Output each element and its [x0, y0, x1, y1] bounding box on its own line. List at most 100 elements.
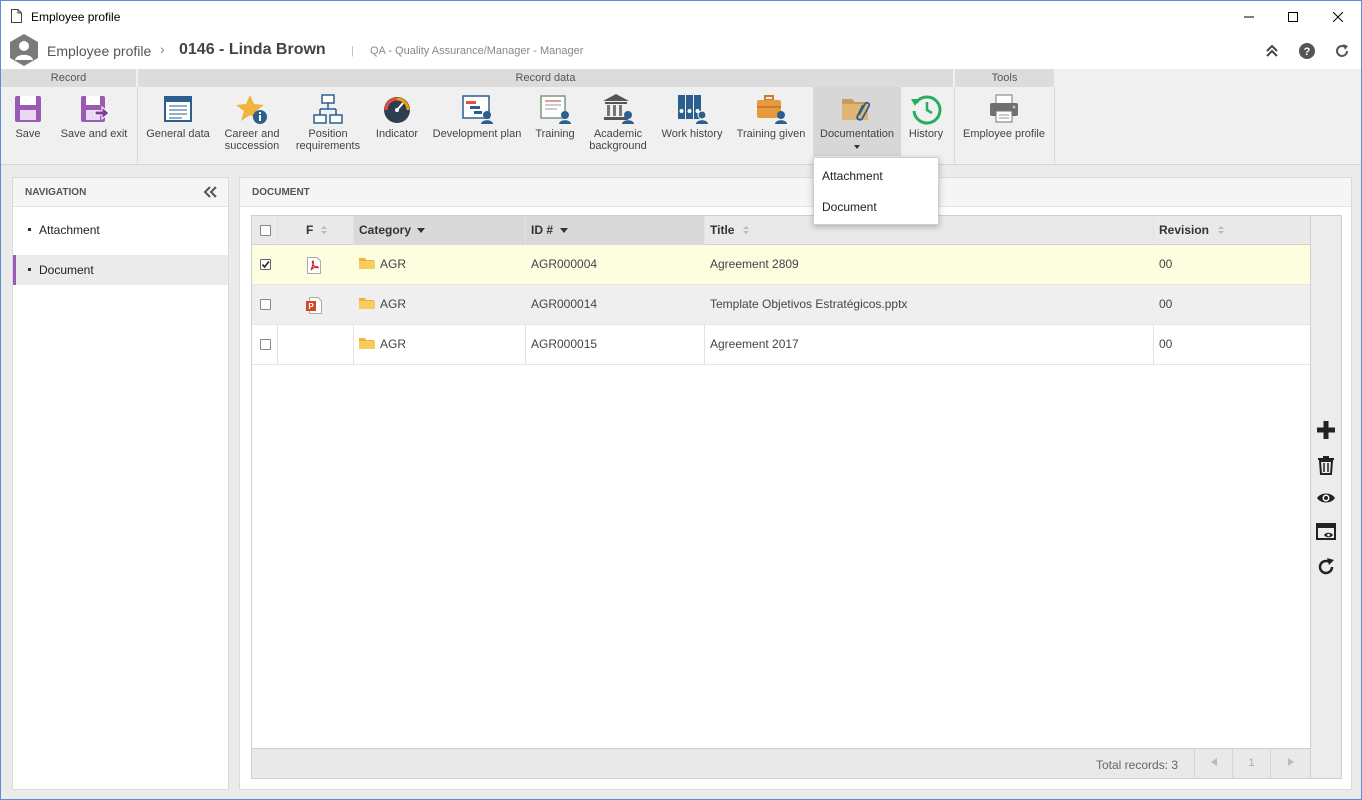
navigation-header: NAVIGATION [13, 178, 228, 207]
position-label: Position requirements [293, 128, 363, 152]
chevron-right-icon [1287, 758, 1294, 766]
training-given-button[interactable]: Training given [733, 87, 809, 163]
development-plan-button[interactable]: Development plan [429, 87, 525, 163]
id-cell: AGR000015 [531, 337, 598, 351]
help-icon[interactable]: ? [1298, 42, 1316, 60]
save-exit-icon [81, 96, 110, 122]
previous-page-button[interactable] [1194, 749, 1232, 778]
file-type-cell: P [306, 285, 326, 324]
revision-cell: 00 [1159, 337, 1173, 351]
career-succession-button[interactable]: Career and succession [218, 87, 286, 163]
certificate-icon [540, 95, 571, 124]
employee-profile-print-button[interactable]: Employee profile [959, 87, 1049, 163]
position-requirements-button[interactable]: Position requirements [293, 87, 363, 163]
refresh-icon[interactable] [1316, 557, 1336, 577]
column-header-revision[interactable]: Revision [1153, 216, 1310, 245]
history-label: History [908, 128, 944, 140]
revision-cell: 00 [1159, 297, 1173, 311]
general-data-button[interactable]: General data [143, 87, 213, 163]
record-header: Employee profile › 0146 - Linda Brown | … [1, 32, 1361, 69]
folder-icon [359, 298, 375, 309]
preview-window-icon[interactable] [1316, 522, 1336, 542]
folder-clip-icon [842, 99, 871, 121]
category-cell: AGR [359, 285, 519, 324]
navigation-title: NAVIGATION [25, 187, 87, 198]
save-exit-label: Save and exit [60, 128, 128, 140]
menu-item-document[interactable]: Document [822, 200, 877, 214]
column-category-label: Category [359, 223, 412, 237]
group-divider [137, 87, 138, 163]
title-cell: Template Objetivos Estratégicos.pptx [710, 297, 908, 311]
position-label-line1: Position [308, 128, 348, 140]
table-row[interactable]: AGR AGR000004 Agreement 2809 00 [252, 245, 1310, 285]
column-revision-label: Revision [1159, 223, 1210, 237]
minimize-button[interactable] [1226, 1, 1272, 32]
collapse-up-icon[interactable] [1263, 42, 1281, 60]
history-clock-icon [911, 95, 942, 125]
work-history-label: Work history [661, 128, 723, 140]
sort-icon [1218, 226, 1224, 234]
select-all-checkbox[interactable] [260, 225, 271, 236]
table-row[interactable]: AGR AGR000015 Agreement 2017 00 [252, 325, 1310, 365]
column-header-id[interactable]: ID # [525, 216, 704, 245]
bullet-icon [28, 268, 31, 271]
menu-item-attachment[interactable]: Attachment [822, 169, 883, 183]
grid-actions-bar [1311, 215, 1342, 779]
training-given-label: Training given [736, 128, 806, 140]
row-checkbox[interactable] [260, 299, 271, 310]
grid-header: F Category ID # Title Revision [252, 216, 1310, 245]
star-info-icon [236, 95, 267, 124]
nav-item-document[interactable]: Document [13, 255, 228, 285]
training-button[interactable]: Training [531, 87, 579, 163]
document-panel-header: DOCUMENT [240, 178, 1351, 207]
save-and-exit-button[interactable]: Save and exit [57, 87, 131, 163]
group-divider [954, 87, 955, 163]
breadcrumb-app[interactable]: Employee profile [47, 43, 151, 59]
table-row[interactable]: P AGR AGR000014 Template Objetivos Estra… [252, 285, 1310, 325]
column-header-category[interactable]: Category [353, 216, 525, 245]
work-history-button[interactable]: Work history [657, 87, 727, 163]
file-type-cell [306, 245, 326, 284]
id-cell: AGR000014 [531, 297, 598, 311]
academic-label-line2: background [589, 140, 647, 152]
folder-icon [359, 258, 375, 269]
position-label-line2: requirements [295, 140, 361, 152]
minimize-icon [1244, 16, 1254, 17]
row-checkbox-checked[interactable] [260, 259, 271, 270]
save-label: Save [15, 128, 41, 140]
breadcrumb-separator: › [160, 41, 165, 57]
column-header-f[interactable]: F [306, 216, 346, 245]
page-number[interactable]: 1 [1232, 749, 1270, 778]
save-button[interactable]: Save [7, 87, 49, 163]
document-icon [11, 9, 22, 23]
next-page-button[interactable] [1270, 749, 1310, 778]
revision-cell: 00 [1159, 257, 1173, 271]
add-icon[interactable] [1316, 420, 1336, 440]
indicator-button[interactable]: Indicator [369, 87, 425, 163]
document-grid: F Category ID # Title Revision AGR AGR00… [251, 215, 1311, 779]
close-button[interactable] [1315, 1, 1361, 32]
binders-icon [678, 95, 708, 124]
eye-icon[interactable] [1316, 488, 1336, 508]
printer-icon [990, 94, 1018, 123]
briefcase-user-icon [757, 95, 787, 124]
gauge-icon [384, 97, 410, 123]
nav-item-label: Attachment [39, 223, 100, 237]
training-label: Training [535, 128, 575, 140]
history-button[interactable]: History [903, 87, 949, 163]
documentation-button[interactable]: Documentation [813, 87, 901, 156]
maximize-button[interactable] [1270, 1, 1316, 32]
nav-item-attachment[interactable]: Attachment [13, 215, 228, 245]
check-icon [261, 260, 270, 269]
window-title: Employee profile [31, 10, 121, 24]
title-cell: Agreement 2809 [710, 257, 799, 271]
refresh-header-icon[interactable] [1333, 42, 1351, 60]
column-title-label: Title [710, 223, 735, 237]
collapse-left-icon[interactable] [203, 186, 217, 198]
category-cell: AGR [359, 325, 519, 364]
maximize-icon [1288, 11, 1298, 22]
ribbon-toolbar: Record Record data Tools Save Save and e… [1, 69, 1361, 165]
row-checkbox[interactable] [260, 339, 271, 350]
trash-icon[interactable] [1316, 455, 1336, 475]
academic-background-button[interactable]: Academic background [585, 87, 651, 163]
